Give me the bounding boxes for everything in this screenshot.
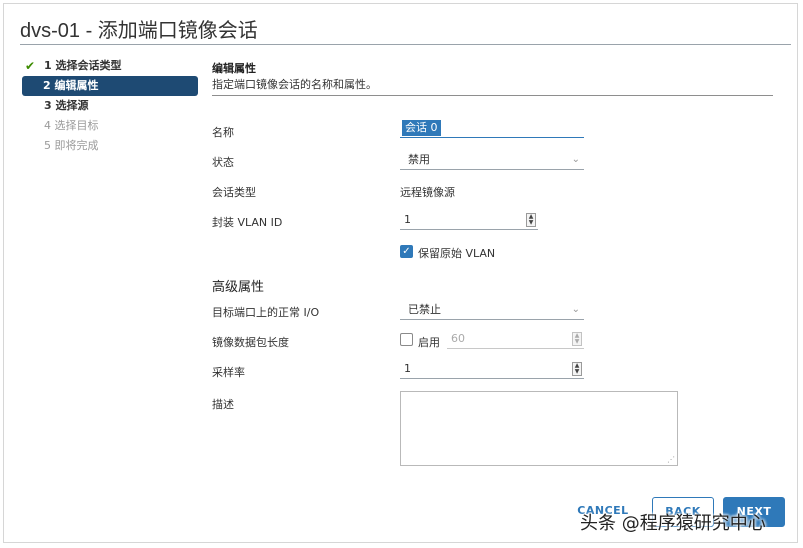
title-divider xyxy=(20,44,791,45)
wizard-steps: ✔ 1 选择会话类型 2 编辑属性 3 选择源 4 选择目标 5 即将完成 xyxy=(22,56,198,156)
sampling-rate-value: 1 xyxy=(404,362,411,375)
vlan-id-label: 封装 VLAN ID xyxy=(212,216,283,229)
chevron-down-icon: ⌄ xyxy=(571,154,580,165)
section-title: 编辑属性 xyxy=(212,62,256,75)
chevron-down-icon: ⌄ xyxy=(571,304,580,315)
spinner-arrows-icon[interactable]: ▲ ▼ xyxy=(572,362,582,376)
step-label: 2 编辑属性 xyxy=(43,79,99,92)
name-label: 名称 xyxy=(212,126,234,139)
checkmark-icon: ✔ xyxy=(25,59,36,73)
checkmark-icon: ✓ xyxy=(402,246,411,257)
section-divider xyxy=(212,95,773,96)
description-label: 描述 xyxy=(212,398,234,411)
dialog-title: dvs-01 - 添加端口镜像会话 xyxy=(20,20,258,42)
advanced-section-title: 高级属性 xyxy=(212,280,265,295)
step-label: 1 选择会话类型 xyxy=(44,59,122,72)
sampling-rate-stepper[interactable]: 1 ▲ ▼ xyxy=(400,361,584,379)
status-label: 状态 xyxy=(212,156,234,169)
step-label: 4 选择目标 xyxy=(44,119,99,132)
spinner-arrows-icon: ▲ ▼ xyxy=(572,332,582,346)
normal-io-label: 目标端口上的正常 I/O xyxy=(212,306,320,319)
step-label: 3 选择源 xyxy=(44,99,89,112)
sampling-rate-label: 采样率 xyxy=(212,366,245,379)
spinner-arrows-icon[interactable]: ▲ ▼ xyxy=(526,213,536,227)
step-select-session-type[interactable]: ✔ 1 选择会话类型 xyxy=(22,56,198,76)
status-select-value: 禁用 xyxy=(408,153,430,166)
step-select-source[interactable]: 3 选择源 xyxy=(22,96,198,116)
mirror-length-value: 60 xyxy=(451,332,465,345)
watermark-text: 头条 @程序猿研究中心 xyxy=(580,513,766,534)
keep-vlan-checkbox[interactable]: ✓ xyxy=(400,245,413,258)
mirror-length-stepper: 60 ▲ ▼ xyxy=(447,331,584,349)
step-label: 5 即将完成 xyxy=(44,139,99,152)
mirror-length-label: 镜像数据包长度 xyxy=(212,336,289,349)
session-type-label: 会话类型 xyxy=(212,186,256,199)
name-input[interactable]: 会话 0 xyxy=(400,120,584,138)
name-input-value: 会话 0 xyxy=(402,120,441,136)
step-ready-to-complete: 5 即将完成 xyxy=(22,136,198,156)
keep-vlan-label: 保留原始 VLAN xyxy=(418,247,496,260)
vlan-id-stepper[interactable]: 1 ▲ ▼ xyxy=(400,212,538,230)
section-description: 指定端口镜像会话的名称和属性。 xyxy=(212,78,377,91)
normal-io-select-value: 已禁止 xyxy=(408,303,441,316)
resize-grip-icon[interactable]: ⋰ xyxy=(667,455,675,464)
status-select[interactable]: 禁用 ⌄ xyxy=(400,151,584,170)
step-select-destination: 4 选择目标 xyxy=(22,116,198,136)
step-edit-properties[interactable]: 2 编辑属性 xyxy=(22,76,198,96)
mirror-length-enable-label: 启用 xyxy=(418,336,440,349)
mirror-length-enable-checkbox[interactable] xyxy=(400,333,413,346)
description-textarea[interactable]: ⋰ xyxy=(400,391,678,466)
session-type-value: 远程镜像源 xyxy=(400,186,455,199)
vlan-id-value: 1 xyxy=(404,213,411,226)
normal-io-select[interactable]: 已禁止 ⌄ xyxy=(400,301,584,320)
